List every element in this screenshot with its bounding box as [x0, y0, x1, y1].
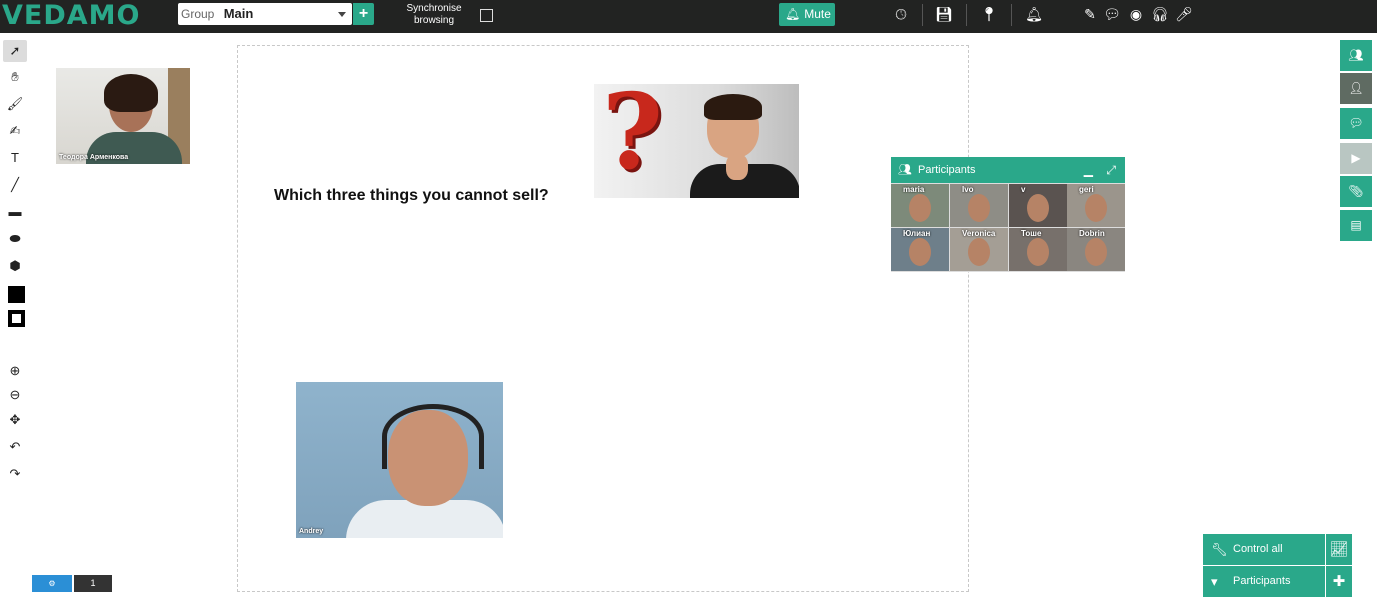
shapes-3d-icon[interactable]: ⬢ [3, 255, 27, 277]
zoom-in-icon[interactable]: ⊕ [3, 360, 27, 382]
video-person-hair [104, 74, 158, 112]
microphone-icon[interactable]: 🎤︎ [1174, 4, 1194, 24]
line-tool-icon[interactable]: ╱ [3, 174, 27, 196]
control-all-label: Control all [1233, 543, 1283, 555]
participant-tile[interactable]: v [1009, 184, 1067, 227]
mute-all-button[interactable]: 🔔︎ Mute [779, 3, 835, 26]
caret-down-icon: ▾ [1211, 574, 1218, 589]
pencil-icon[interactable]: ✎ [1080, 4, 1100, 24]
play-icon[interactable]: ▶ [1340, 143, 1372, 174]
zoom-out-icon[interactable]: ⊖ [3, 384, 27, 406]
participant-tile[interactable]: Dobrin [1067, 228, 1125, 271]
participant-face [909, 194, 931, 222]
participant-face [1027, 194, 1049, 222]
group-select[interactable]: Group Main [178, 3, 352, 25]
group-select-label: Group [181, 7, 215, 21]
participants-panel[interactable]: 👥︎ Participants ▁ ⤢ maria Ivo v geri Юли… [891, 157, 1125, 272]
image-figure-hair [704, 94, 762, 120]
participants-toggle-icon[interactable]: 👥︎ [1340, 40, 1372, 71]
participant-tile[interactable]: Юлиан [891, 228, 949, 271]
text-tool-icon[interactable]: T [3, 147, 27, 169]
participant-name: Dobrin [1079, 229, 1105, 238]
ellipse-tool-icon[interactable]: ⬬ [3, 228, 27, 250]
participant-name: Юлиан [903, 229, 931, 238]
gear-icon: ⚙︎ [48, 579, 56, 588]
add-participant-icon[interactable]: ✚ [1325, 566, 1352, 597]
expand-icon[interactable]: ⤢ [1106, 157, 1116, 183]
divider [966, 4, 967, 26]
top-bar: VEDAMO Group Main + Synchronise browsing… [0, 0, 1377, 33]
participants-dropdown-button[interactable]: ▾ Participants ✚ [1203, 566, 1352, 597]
sync-browsing-checkbox[interactable] [480, 9, 493, 22]
attachment-icon[interactable]: 📎︎ [1340, 176, 1372, 207]
avatar[interactable]: 👤︎ [1340, 73, 1372, 104]
page-settings-button[interactable]: ⚙︎ [32, 575, 72, 592]
wrench-icon: 🔧︎ [1211, 542, 1228, 557]
headset-graphic [382, 404, 484, 469]
highlighter-icon[interactable]: ✍︎ [3, 120, 27, 142]
rectangle-tool-icon[interactable]: ▬ [3, 201, 27, 223]
participant-tile[interactable]: Тоше [1009, 228, 1067, 271]
participant-name: geri [1079, 185, 1094, 194]
headphones-icon[interactable]: 🎧︎ [1150, 4, 1170, 24]
chat-icon[interactable]: 💬︎ [1102, 4, 1122, 24]
board-question-text[interactable]: Which three things you cannot sell? [274, 187, 549, 205]
participant-face [1085, 194, 1107, 222]
participant-tile[interactable]: geri [1067, 184, 1125, 227]
participant-name: Ivo [962, 185, 974, 194]
participant-name: Тоше [1021, 229, 1042, 238]
chat-icon[interactable]: 💬︎ [1340, 108, 1372, 139]
participants-label: Participants [1233, 575, 1291, 587]
hand-pan-icon[interactable]: ✋︎ [3, 66, 27, 88]
mute-label: Mute [804, 7, 831, 21]
webcam-name-label: Andrey [299, 528, 324, 535]
add-group-button[interactable]: + [353, 3, 374, 25]
bell-icon[interactable]: 🔔︎ [1024, 4, 1044, 24]
participant-face [909, 238, 931, 266]
divider [1011, 4, 1012, 26]
participant-name: Veronica [962, 229, 996, 238]
bell-icon: 🔔︎ [785, 7, 801, 21]
vedamo-logo: VEDAMO [2, 0, 141, 31]
image-figure-hand [726, 154, 748, 180]
redo-icon[interactable]: ↷ [3, 463, 27, 485]
undo-icon[interactable]: ↶ [3, 436, 27, 458]
chevron-down-icon [338, 12, 346, 17]
participant-tile[interactable]: Ivo [950, 184, 1008, 227]
participants-panel-header[interactable]: 👥︎ Participants ▁ ⤢ [891, 157, 1125, 183]
webcam-andrey[interactable]: Andrey [296, 382, 503, 538]
notebook-icon[interactable]: ▤ [1340, 210, 1372, 241]
webcam-teodora[interactable]: Теодора Арменкова [56, 68, 190, 164]
question-mark-graphic: ? [602, 84, 663, 193]
save-icon[interactable]: 💾︎ [934, 4, 954, 24]
participant-name: maria [903, 185, 925, 194]
location-pin-icon[interactable]: 📍︎ [979, 4, 999, 24]
control-all-button[interactable]: 🔧︎ Control all 📈︎ [1203, 534, 1352, 565]
move-icon[interactable]: ✥ [3, 409, 27, 431]
select-tool-icon[interactable]: ➚ [3, 40, 27, 62]
sync-browsing-label: Synchronise browsing [406, 3, 462, 26]
chart-icon[interactable]: 📈︎ [1325, 534, 1352, 565]
minimize-icon[interactable]: ▁ [1084, 157, 1093, 183]
participant-tile[interactable]: Veronica [950, 228, 1008, 271]
participant-name: v [1021, 185, 1026, 194]
webcam-icon[interactable]: ◉ [1126, 4, 1146, 24]
question-mark-image[interactable]: ? [594, 84, 799, 198]
participants-icon: 👥︎ [898, 164, 912, 176]
divider [922, 4, 923, 26]
page-number[interactable]: 1 [74, 575, 112, 592]
participants-grid: maria Ivo v geri Юлиан Veronica Тоше Dob… [891, 184, 1125, 272]
participant-tile[interactable]: maria [891, 184, 949, 227]
participant-face [1027, 238, 1049, 266]
group-select-value: Main [223, 6, 254, 21]
participants-panel-title: Participants [918, 164, 976, 176]
fill-color-swatch[interactable] [8, 286, 25, 303]
participant-face [1085, 238, 1107, 266]
clock-icon[interactable]: 🕓︎ [891, 4, 911, 24]
brush-icon[interactable]: 🖌︎ [3, 93, 27, 115]
participant-face [968, 238, 990, 266]
stroke-color-swatch[interactable] [8, 310, 25, 327]
webcam-name-label: Теодора Арменкова [59, 154, 129, 161]
participant-face [968, 194, 990, 222]
